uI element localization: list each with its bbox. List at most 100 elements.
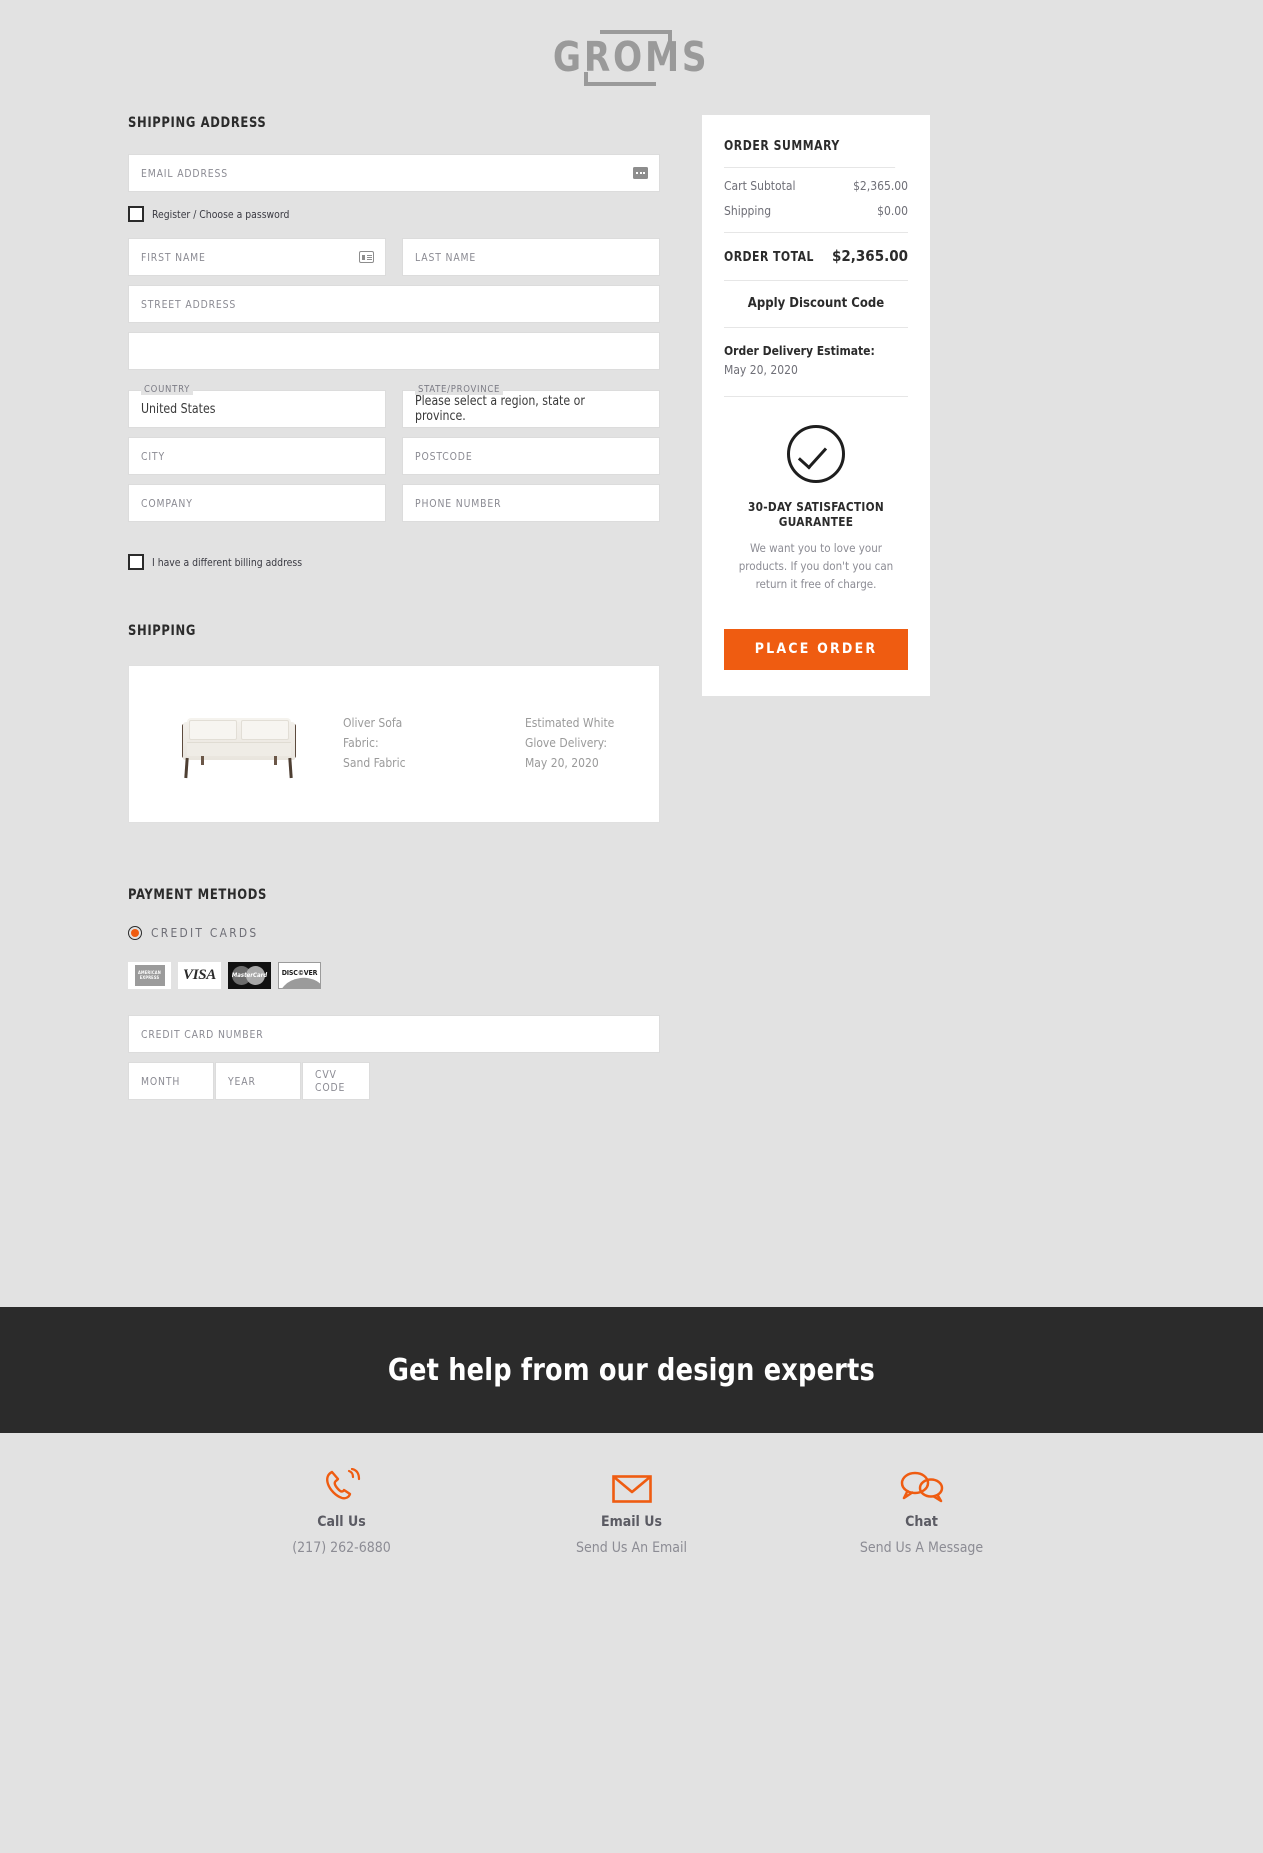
contact-footer: Call Us (217) 262-6880 Email Us Send Us …: [0, 1433, 1263, 1556]
country-label: COUNTRY: [141, 384, 194, 395]
contact-item-email[interactable]: Email Us Send Us An Email: [547, 1466, 717, 1556]
mastercard-logo-text: MasterCard: [231, 972, 268, 979]
city-postcode-row: CITY POSTCODE: [128, 437, 660, 484]
order-summary-column: ORDER SUMMARY Cart Subtotal $2,365.00 Sh…: [702, 115, 930, 696]
summary-line-cart-subtotal: Cart Subtotal $2,365.00: [724, 179, 908, 193]
contact-title-email: Email Us: [601, 1514, 662, 1530]
order-summary-panel: ORDER SUMMARY Cart Subtotal $2,365.00 Sh…: [702, 115, 930, 696]
shipping-item-card: Oliver Sofa Fabric: Sand Fabric Estimate…: [128, 665, 660, 823]
place-order-button[interactable]: PLACE ORDER: [724, 628, 908, 670]
billing-checkbox-label: I have a different billing address: [152, 555, 303, 569]
city-field[interactable]: CITY: [128, 437, 386, 475]
check-circle-icon: [787, 425, 845, 484]
company-phone-row: COMPANY PHONE NUMBER: [128, 484, 660, 531]
card-cvv-placeholder: CVV CODE: [315, 1068, 346, 1094]
first-name-placeholder: FIRST NAME: [141, 250, 206, 264]
contact-title-chat: Chat: [905, 1514, 938, 1530]
order-total-value: $2,365.00: [832, 247, 908, 265]
visa-logo-text: VISA: [183, 967, 216, 983]
first-name-field[interactable]: FIRST NAME: [128, 238, 386, 276]
state-label: STATE/PROVINCE: [415, 384, 504, 395]
order-delivery-estimate: Order Delivery Estimate: May 20, 2020: [724, 328, 908, 398]
cart-subtotal-value: $2,365.00: [853, 179, 908, 193]
card-cvv-field[interactable]: CVV CODE: [302, 1062, 370, 1100]
product-image-oliver-sofa: [177, 708, 301, 780]
contact-subtitle-call[interactable]: (217) 262-6880: [257, 1540, 427, 1556]
card-expiry-row: MONTH YEAR CVV CODE: [128, 1062, 660, 1100]
order-summary-title: ORDER SUMMARY: [724, 139, 896, 168]
last-name-placeholder: LAST NAME: [415, 250, 477, 264]
postcode-field[interactable]: POSTCODE: [402, 437, 660, 475]
checkout-layout: SHIPPING ADDRESS EMAIL ADDRESS Register …: [0, 115, 1263, 1100]
contact-subtitle-email[interactable]: Send Us An Email: [547, 1540, 717, 1556]
summary-divider: [724, 232, 908, 233]
postcode-placeholder: POSTCODE: [415, 449, 473, 463]
credit-cards-radio[interactable]: [128, 925, 142, 940]
satisfaction-guarantee: 30-DAY SATISFACTION GUARANTEE We want yo…: [724, 397, 908, 593]
guarantee-body: We want you to love your products. If yo…: [738, 541, 894, 591]
card-year-placeholder: YEAR: [228, 1074, 256, 1088]
design-help-heading: Get help from our design experts: [387, 1352, 876, 1388]
amex-logo-icon: AMERICAN EXPRESS: [128, 962, 171, 989]
shipping-cost-value: $0.00: [877, 204, 908, 218]
credit-card-number-field[interactable]: CREDIT CARD NUMBER: [128, 1015, 660, 1053]
billing-checkbox[interactable]: [128, 554, 144, 570]
shipping-cost-label: Shipping: [724, 204, 772, 218]
product-details: Oliver Sofa Fabric: Sand Fabric: [343, 714, 407, 773]
contact-subtitle-chat[interactable]: Send Us A Message: [837, 1540, 1007, 1556]
contact-item-call[interactable]: Call Us (217) 262-6880: [257, 1466, 427, 1556]
accepted-card-logos: AMERICAN EXPRESS VISA MasterCard DISC©VE…: [128, 962, 660, 989]
guarantee-title: 30-DAY SATISFACTION GUARANTEE: [747, 499, 885, 530]
product-fabric: Fabric: Sand Fabric: [343, 736, 406, 770]
street-address-placeholder: STREET ADDRESS: [141, 297, 237, 311]
chat-icon: [837, 1466, 1007, 1504]
shipping-address-heading: SHIPPING ADDRESS: [128, 115, 267, 131]
register-checkbox-label: Register / Choose a password: [152, 207, 290, 221]
contact-item-chat[interactable]: Chat Send Us A Message: [837, 1466, 1007, 1556]
design-help-band: Get help from our design experts: [0, 1307, 1263, 1433]
delivery-estimate-value: May 20, 2020: [724, 363, 798, 378]
order-total-row: ORDER TOTAL $2,365.00: [724, 247, 908, 281]
street-address-2-field[interactable]: [128, 332, 660, 370]
site-logo[interactable]: GROMS: [552, 25, 712, 91]
discover-logo-text: DISC©VER: [281, 969, 318, 977]
checkout-form-column: SHIPPING ADDRESS EMAIL ADDRESS Register …: [128, 115, 660, 1100]
product-name: Oliver Sofa: [343, 716, 403, 731]
mastercard-logo-icon: MasterCard: [228, 962, 271, 989]
payment-methods-heading: PAYMENT METHODS: [128, 887, 268, 903]
envelope-icon: [547, 1466, 717, 1504]
order-total-label: ORDER TOTAL: [724, 250, 814, 265]
card-year-field[interactable]: YEAR: [215, 1062, 301, 1100]
state-value: Please select a region, state or provinc…: [415, 394, 585, 424]
email-field[interactable]: EMAIL ADDRESS: [128, 154, 660, 192]
phone-placeholder: PHONE NUMBER: [415, 496, 502, 510]
card-month-field[interactable]: MONTH: [128, 1062, 214, 1100]
street-address-field[interactable]: STREET ADDRESS: [128, 285, 660, 323]
last-name-field[interactable]: LAST NAME: [402, 238, 660, 276]
register-checkbox[interactable]: [128, 206, 144, 222]
country-select[interactable]: COUNTRY United States: [128, 384, 386, 428]
site-header: GROMS: [0, 0, 1263, 115]
company-field[interactable]: COMPANY: [128, 484, 386, 522]
autofill-password-icon[interactable]: [633, 167, 648, 179]
apply-discount-code-link[interactable]: Apply Discount Code: [724, 281, 908, 328]
contact-title-call: Call Us: [317, 1514, 366, 1530]
country-value: United States: [141, 401, 216, 417]
delivery-label: Estimated White Glove Delivery:: [524, 716, 615, 751]
card-month-placeholder: MONTH: [141, 1074, 181, 1088]
logo-bracket-bottom-decoration: [583, 71, 656, 86]
country-state-row: COUNTRY United States STATE/PROVINCE Ple…: [128, 379, 660, 437]
company-placeholder: COMPANY: [141, 496, 193, 510]
payment-method-credit-cards[interactable]: CREDIT CARDS: [128, 925, 660, 940]
autofill-contact-card-icon[interactable]: [359, 251, 374, 263]
phone-field[interactable]: PHONE NUMBER: [402, 484, 660, 522]
state-select[interactable]: STATE/PROVINCE Please select a region, s…: [402, 384, 660, 428]
billing-checkbox-row[interactable]: I have a different billing address: [128, 554, 660, 570]
credit-cards-label: CREDIT CARDS: [151, 925, 259, 940]
amex-logo-text: AMERICAN EXPRESS: [138, 970, 161, 980]
delivery-estimate-label: Order Delivery Estimate:: [724, 344, 875, 358]
summary-line-shipping: Shipping $0.00: [724, 204, 908, 218]
cart-subtotal-label: Cart Subtotal: [724, 179, 796, 193]
register-checkbox-row[interactable]: Register / Choose a password: [128, 206, 660, 222]
name-row: FIRST NAME LAST NAME: [128, 238, 660, 285]
